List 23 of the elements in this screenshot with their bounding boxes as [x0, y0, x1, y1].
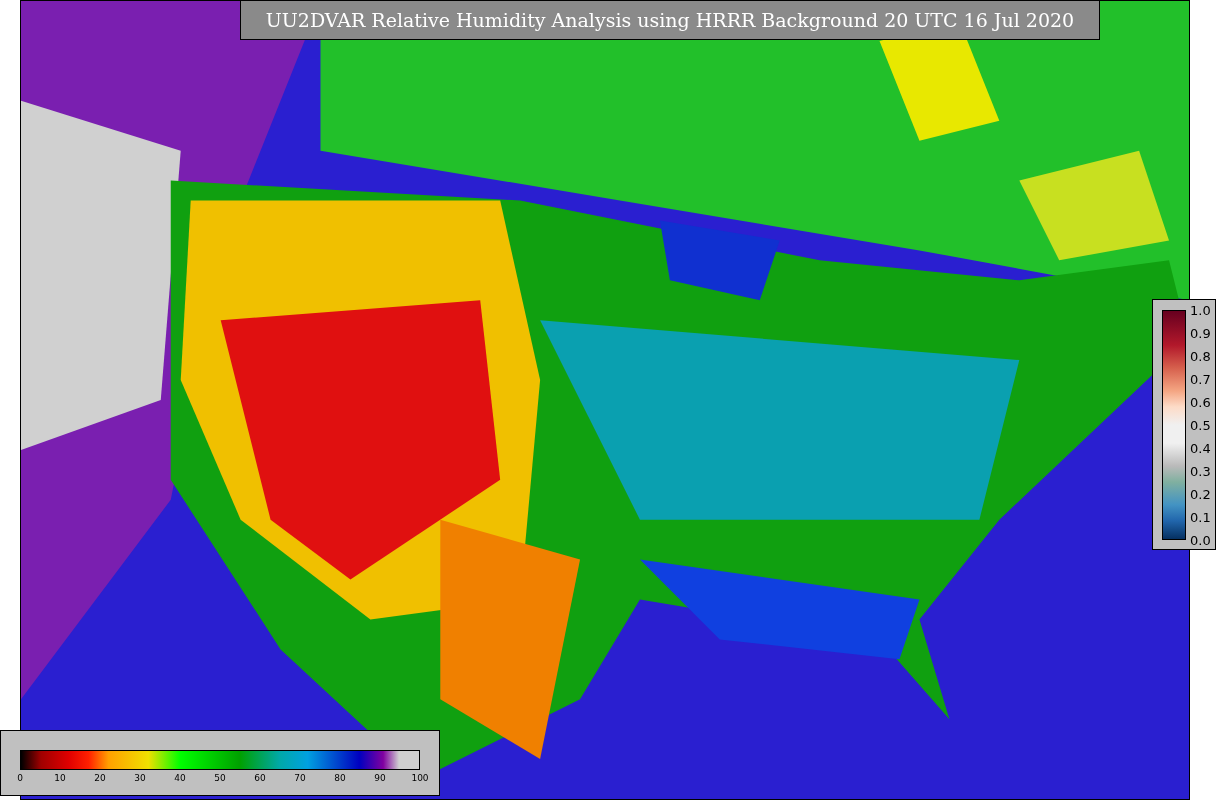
tick-label: 0.1: [1190, 510, 1211, 524]
tick-label: 100: [411, 774, 429, 783]
tick-label: 0.6: [1190, 395, 1211, 409]
tick-label: 90: [374, 774, 386, 783]
tick-label: 0.9: [1190, 326, 1211, 340]
tick-label: 0.7: [1190, 372, 1211, 386]
tick-label: 0.3: [1190, 464, 1211, 478]
tick-label: 30: [134, 774, 146, 783]
tick-label: 20: [94, 774, 106, 783]
tick-label: 10: [54, 774, 66, 783]
tick-label: 0.8: [1190, 349, 1211, 363]
tick-label: 50: [214, 774, 226, 783]
tick-label: 40: [174, 774, 186, 783]
tick-label: 70: [294, 774, 306, 783]
tick-label: 1.0: [1190, 303, 1211, 317]
tick-label: 80: [334, 774, 346, 783]
tick-label: 60: [254, 774, 266, 783]
tick-label: 0.4: [1190, 441, 1211, 455]
tick-label: 0.5: [1190, 418, 1211, 432]
tick-label: 0.0: [1190, 533, 1211, 547]
map-title: UU2DVAR Relative Humidity Analysis using HRRR Background 20 UTC 16 Jul 2020: [240, 0, 1100, 40]
tick-label: 0: [17, 774, 23, 783]
tick-label: 0.2: [1190, 487, 1211, 501]
